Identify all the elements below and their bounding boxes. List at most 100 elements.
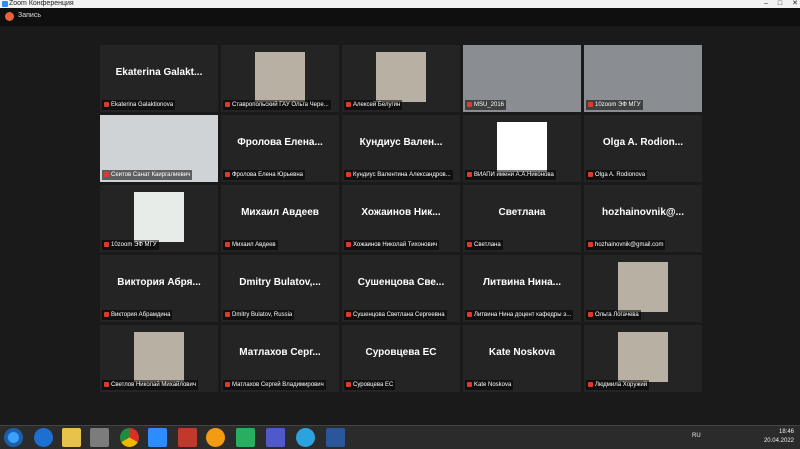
mic-muted-icon bbox=[346, 381, 351, 387]
participant-tile[interactable]: Хожаинов Ник... Хожаинов Николай Тихонови… bbox=[342, 185, 460, 252]
participant-caption-text: Матлахов Сергей Владимирович bbox=[232, 382, 324, 388]
mic-muted-icon bbox=[588, 101, 593, 107]
participant-tile[interactable]: Dmitry Bulatov,... Dmitry Bulatov, Russia bbox=[221, 255, 339, 322]
participant-tile[interactable]: Фролова Елена... Фролова Елена Юрьевна bbox=[221, 115, 339, 182]
chrome-icon[interactable] bbox=[120, 428, 139, 447]
mic-muted-icon bbox=[225, 381, 230, 387]
app-red-icon[interactable] bbox=[178, 428, 197, 447]
app-green-icon[interactable] bbox=[236, 428, 255, 447]
participant-display-name: Olga A. Rodion... bbox=[602, 137, 684, 148]
mic-muted-icon bbox=[467, 381, 472, 387]
participant-tile[interactable]: Алексей Белугин bbox=[342, 45, 460, 112]
participant-caption-text: Ольга Логачева bbox=[595, 312, 639, 318]
participant-tile[interactable]: Суровцева ЕС Суровцева ЕС bbox=[342, 325, 460, 392]
participant-tile[interactable]: ВИАПИ имени А.А.Никонова bbox=[463, 115, 581, 182]
participant-caption-text: ВИАПИ имени А.А.Никонова bbox=[474, 172, 554, 178]
participant-tile[interactable]: Сушенцова Све... Сушенцова Светлана Серге… bbox=[342, 255, 460, 322]
clock[interactable]: 18:46 20.04.2022 bbox=[764, 428, 794, 446]
participant-caption-text: Сеитов Санат Каиргалиевич bbox=[111, 172, 191, 178]
participant-photo bbox=[618, 262, 668, 312]
zoom-app-icon bbox=[2, 1, 8, 7]
participant-tile[interactable]: Кундиус Вален... Кундиус Валентина Алекса… bbox=[342, 115, 460, 182]
participant-photo bbox=[134, 332, 184, 382]
participant-tile[interactable]: Матлахов Серг... Матлахов Сергей Владимир… bbox=[221, 325, 339, 392]
participant-caption-text: Ставропольский ГАУ Ольга Чере... bbox=[232, 102, 329, 108]
mic-muted-icon bbox=[346, 101, 351, 107]
participant-tile[interactable]: Литвина Нина... Литвина Нина доцент кафед… bbox=[463, 255, 581, 322]
participant-caption: Кундиус Валентина Александров... bbox=[344, 170, 453, 180]
participant-caption-text: Суровцева ЕС bbox=[353, 382, 394, 388]
participant-tile[interactable]: Сеитов Санат Каиргалиевич bbox=[100, 115, 218, 182]
participant-tile[interactable]: Людмила Хоружий bbox=[584, 325, 702, 392]
recording-bar: Запись bbox=[0, 8, 800, 26]
language-indicator[interactable]: RU bbox=[692, 433, 701, 439]
participant-caption: Сушенцова Светлана Сергеевна bbox=[344, 310, 447, 320]
mic-muted-icon bbox=[225, 101, 230, 107]
teams-icon[interactable] bbox=[266, 428, 285, 447]
participant-caption-text: Михаил Авдеев bbox=[232, 242, 276, 248]
clock-date: 20.04.2022 bbox=[763, 438, 794, 444]
participant-caption-text: Olga A. Rodionova bbox=[595, 172, 646, 178]
mic-muted-icon bbox=[104, 171, 109, 177]
participant-tile[interactable]: Olga A. Rodion... Olga A. Rodionova bbox=[584, 115, 702, 182]
participant-photo bbox=[376, 52, 426, 102]
participant-tile[interactable]: Ekaterina Galakt... Ekaterina Galaktionov… bbox=[100, 45, 218, 112]
participant-caption: 10zoom ЭФ МГУ bbox=[586, 100, 643, 110]
participant-tile[interactable]: Виктория Абря... Виктория Абрамдина bbox=[100, 255, 218, 322]
participant-tile[interactable]: hozhainovnik@... hozhainovnik@gmail.com bbox=[584, 185, 702, 252]
telegram-icon[interactable] bbox=[296, 428, 315, 447]
participant-caption-text: Фролова Елена Юрьевна bbox=[232, 172, 303, 178]
maximize-button[interactable]: □ bbox=[778, 0, 782, 8]
participant-caption: 10zoom ЭФ МГУ bbox=[102, 240, 159, 250]
explorer-icon[interactable] bbox=[62, 428, 81, 447]
participant-logo bbox=[134, 192, 184, 242]
participant-caption: Суровцева ЕС bbox=[344, 380, 396, 390]
participant-caption-text: Литвина Нина доцент кафедры э... bbox=[474, 312, 572, 318]
mic-muted-icon bbox=[104, 241, 109, 247]
participant-tile[interactable]: 10zoom ЭФ МГУ bbox=[584, 45, 702, 112]
zoom-taskbar-icon[interactable] bbox=[148, 428, 167, 447]
start-button[interactable] bbox=[4, 428, 23, 447]
participant-display-name: Кундиус Вален... bbox=[359, 137, 443, 148]
participant-tile[interactable]: Светлана Светлана bbox=[463, 185, 581, 252]
mic-muted-icon bbox=[588, 171, 593, 177]
participant-caption: MSU_2016 bbox=[465, 100, 507, 110]
word-icon[interactable] bbox=[326, 428, 345, 447]
participant-caption: Olga A. Rodionova bbox=[586, 170, 648, 180]
participant-logo bbox=[497, 122, 547, 172]
participant-caption-text: Хожаинов Николай Тихонович bbox=[353, 242, 438, 248]
app-flower-icon[interactable] bbox=[206, 428, 225, 447]
mic-muted-icon bbox=[225, 241, 230, 247]
participant-tile[interactable]: Михаил Авдеев Михаил Авдеев bbox=[221, 185, 339, 252]
participant-caption-text: Светлана bbox=[474, 242, 501, 248]
participant-display-name: Суровцева ЕС bbox=[365, 347, 437, 358]
mic-muted-icon bbox=[588, 311, 593, 317]
mic-muted-icon bbox=[346, 241, 351, 247]
participant-photo bbox=[618, 332, 668, 382]
close-button[interactable]: ✕ bbox=[792, 0, 798, 8]
participant-caption-text: Kate Noskova bbox=[474, 382, 512, 388]
ie-icon[interactable] bbox=[34, 428, 53, 447]
participant-display-name: Ekaterina Galakt... bbox=[115, 67, 203, 78]
participant-caption-text: Dmitry Bulatov, Russia bbox=[232, 312, 293, 318]
participant-caption: Ольга Логачева bbox=[586, 310, 641, 320]
participant-display-name: Kate Noskova bbox=[488, 347, 556, 358]
mic-muted-icon bbox=[588, 241, 593, 247]
participant-display-name: Светлана bbox=[498, 207, 546, 218]
participant-tile[interactable]: Светлов Николай Михайлович bbox=[100, 325, 218, 392]
window-titlebar: Zoom Конференция – □ ✕ bbox=[0, 0, 800, 8]
participant-caption-text: hozhainovnik@gmail.com bbox=[595, 242, 664, 248]
participant-display-name: Матлахов Серг... bbox=[239, 347, 321, 358]
participant-display-name: Михаил Авдеев bbox=[241, 207, 319, 218]
participant-tile[interactable]: Kate Noskova Kate Noskova bbox=[463, 325, 581, 392]
participant-caption-text: Ekaterina Galaktionova bbox=[111, 102, 174, 108]
mic-muted-icon bbox=[588, 381, 593, 387]
participant-tile[interactable]: MSU_2016 bbox=[463, 45, 581, 112]
participant-caption: ВИАПИ имени А.А.Никонова bbox=[465, 170, 556, 180]
minimize-button[interactable]: – bbox=[764, 0, 768, 8]
participant-tile[interactable]: 10zoom ЭФ МГУ bbox=[100, 185, 218, 252]
participant-caption-text: Виктория Абрамдина bbox=[111, 312, 171, 318]
participant-tile[interactable]: Ставропольский ГАУ Ольга Чере... bbox=[221, 45, 339, 112]
media-icon[interactable] bbox=[90, 428, 109, 447]
participant-tile[interactable]: Ольга Логачева bbox=[584, 255, 702, 322]
